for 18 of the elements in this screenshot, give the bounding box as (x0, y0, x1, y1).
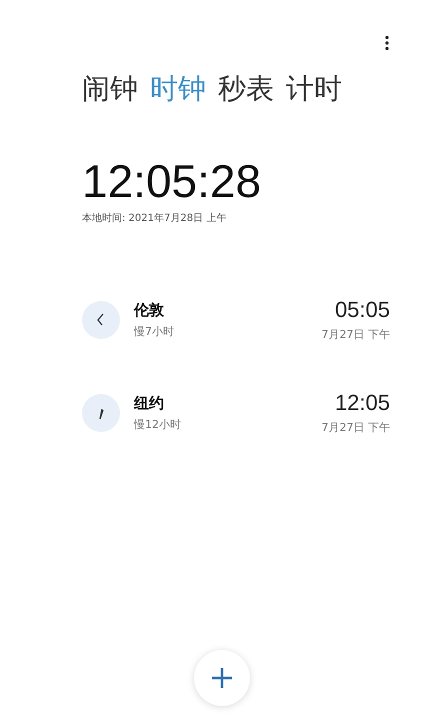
local-date: 本地时间: 2021年7月28日 上午 (82, 212, 228, 225)
city-name: 伦敦 (134, 300, 165, 320)
tab[interactable]: 时钟 (150, 71, 206, 107)
more-options-icon[interactable] (384, 35, 390, 51)
city-time: 05:05 (334, 297, 390, 323)
city-time: 12:05 (334, 390, 390, 416)
tab[interactable]: 秒表 (218, 71, 274, 107)
city-date: 7月27日 下午 (322, 327, 390, 342)
time-offset: 慢12小时 (134, 416, 181, 432)
tab[interactable]: 计时 (286, 71, 342, 107)
plus-icon (211, 667, 233, 689)
clock-icon (82, 394, 120, 432)
time-offset: 慢7小时 (134, 324, 174, 338)
city-name: 纽约 (134, 394, 165, 412)
tab[interactable]: 闹钟 (82, 71, 138, 107)
clock-icon (82, 300, 120, 338)
city-date: 7月27日 下午 (322, 420, 390, 435)
current-time: 12:05:28 (82, 155, 262, 207)
